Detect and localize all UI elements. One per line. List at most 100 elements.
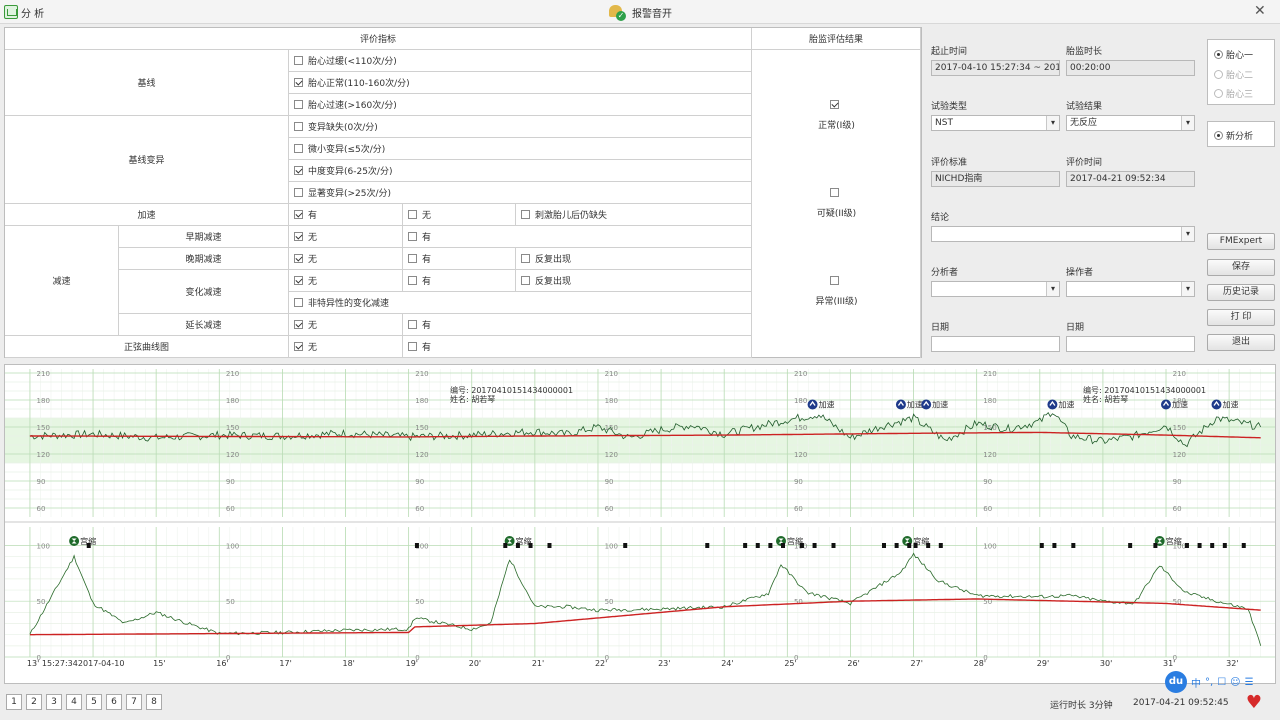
page-8[interactable]: 8 (146, 694, 162, 710)
radio[interactable] (1214, 70, 1223, 79)
variable-decel-no[interactable]: 无 (289, 270, 403, 292)
du-icon[interactable]: du (1165, 671, 1187, 693)
radio-fhr1[interactable]: 胎心一 (1214, 48, 1253, 61)
variable-decel-yes[interactable]: 有 (403, 270, 516, 292)
checkbox[interactable] (294, 122, 303, 131)
checkbox[interactable] (294, 298, 303, 307)
radio[interactable] (1214, 89, 1223, 98)
fhr-tick-label: 180 (794, 397, 807, 405)
late-decel-yes[interactable]: 有 (403, 248, 516, 270)
checkbox[interactable] (294, 78, 303, 87)
radio[interactable] (1214, 50, 1223, 59)
baseline-option-slow[interactable]: 胎心过缓(<110次/分) (289, 50, 752, 72)
ime-punct-icon[interactable]: °, (1205, 677, 1213, 688)
fhr-tick-label: 150 (226, 424, 239, 432)
checkbox[interactable] (408, 232, 417, 241)
early-decel-yes[interactable]: 有 (403, 226, 752, 248)
result-suspect-checkbox[interactable] (830, 188, 839, 197)
checkbox[interactable] (521, 210, 530, 219)
accel-yes[interactable]: 有 (289, 204, 403, 226)
checkbox[interactable] (408, 254, 417, 263)
checkbox[interactable] (294, 100, 303, 109)
result-normal-checkbox[interactable] (830, 100, 839, 109)
accel-stim-absent[interactable]: 刺激胎儿后仍缺失 (516, 204, 752, 226)
checkbox[interactable] (408, 342, 417, 351)
ime-user-icon[interactable]: ☺ (1230, 677, 1240, 688)
save-button[interactable]: 保存 (1207, 259, 1275, 276)
radio-fhr2[interactable]: 胎心二 (1214, 68, 1253, 81)
page-7[interactable]: 7 (126, 694, 142, 710)
baseline-option-fast[interactable]: 胎心过速(>160次/分) (289, 94, 752, 116)
fhr-tick-label: 210 (605, 370, 618, 378)
result-abnormal-checkbox[interactable] (830, 276, 839, 285)
alarm-sound-toggle[interactable]: ✓ 报警音开 (608, 3, 672, 21)
sine-yes[interactable]: 有 (403, 336, 752, 358)
baseline-option-normal[interactable]: 胎心正常(110-160次/分) (289, 72, 752, 94)
checkbox[interactable] (408, 210, 417, 219)
test-result-select[interactable]: 无反应 (1066, 115, 1195, 131)
sine-no[interactable]: 无 (289, 336, 403, 358)
conclusion-select[interactable] (931, 226, 1195, 242)
page-2[interactable]: 2 (26, 694, 42, 710)
radio[interactable] (1214, 131, 1223, 140)
variable-decel-nonspecific[interactable]: 非特异性的变化减速 (289, 292, 752, 314)
date2-input[interactable] (1066, 336, 1195, 352)
fhr-tick-label: 180 (415, 397, 428, 405)
ime-toolbar[interactable]: du 中 °, ☐ ☺ ☰ (1165, 670, 1280, 694)
page-3[interactable]: 3 (46, 694, 62, 710)
accel-no[interactable]: 无 (403, 204, 516, 226)
result-abnormal-label: 异常(III级) (815, 297, 858, 307)
checkbox[interactable] (294, 320, 303, 329)
fmexpert-button[interactable]: FMExpert (1207, 233, 1275, 250)
close-icon[interactable]: ✕ (1254, 4, 1266, 18)
checkbox[interactable] (294, 166, 303, 175)
page-5[interactable]: 5 (86, 694, 102, 710)
ime-chinese-icon[interactable]: 中 (1191, 675, 1201, 690)
checkbox[interactable] (294, 56, 303, 65)
checkbox[interactable] (294, 232, 303, 241)
checkbox[interactable] (294, 144, 303, 153)
page-6[interactable]: 6 (106, 694, 122, 710)
variability-option-marked[interactable]: 显著变异(>25次/分) (289, 182, 752, 204)
ime-skin-icon[interactable]: ☐ (1217, 677, 1226, 688)
heart-icon[interactable]: ♥ (1244, 694, 1264, 712)
variability-option-moderate[interactable]: 中度变异(6-25次/分) (289, 160, 752, 182)
variable-decel-repeat[interactable]: 反复出现 (516, 270, 752, 292)
print-button[interactable]: 打 印 (1207, 309, 1275, 326)
accel-label: 加速 (907, 400, 923, 410)
analyst-select[interactable] (931, 281, 1060, 297)
late-decel-repeat[interactable]: 反复出现 (516, 248, 752, 270)
checkbox[interactable] (294, 254, 303, 263)
fhr-tick-label: 120 (226, 451, 239, 459)
radio-fhr3[interactable]: 胎心三 (1214, 87, 1253, 100)
fetal-movement-mark (881, 543, 886, 548)
checkbox[interactable] (521, 254, 530, 263)
prolonged-decel-yes[interactable]: 有 (403, 314, 752, 336)
date1-input[interactable] (931, 336, 1060, 352)
checkbox[interactable] (294, 276, 303, 285)
history-button[interactable]: 历史记录 (1207, 284, 1275, 301)
checkbox[interactable] (294, 342, 303, 351)
radio-new-analysis[interactable]: 新分析 (1214, 129, 1253, 142)
test-type-select[interactable]: NST (931, 115, 1060, 131)
exit-button[interactable]: 退出 (1207, 334, 1275, 351)
prolonged-decel-no[interactable]: 无 (289, 314, 403, 336)
variability-option-absent[interactable]: 变异缺失(0次/分) (289, 116, 752, 138)
variability-option-minimal[interactable]: 微小变异(≤5次/分) (289, 138, 752, 160)
clock-text: 2017-04-21 09:52:45 (1133, 698, 1229, 708)
checkbox[interactable] (408, 276, 417, 285)
operator-select[interactable] (1066, 281, 1195, 297)
ime-menu-icon[interactable]: ☰ (1245, 677, 1254, 688)
checkbox[interactable] (521, 276, 530, 285)
page-1[interactable]: 1 (6, 694, 22, 710)
late-decel-no[interactable]: 无 (289, 248, 403, 270)
checkbox[interactable] (294, 188, 303, 197)
fetal-movement-mark (743, 543, 748, 548)
fetal-movement-mark (1153, 543, 1158, 548)
page-4[interactable]: 4 (66, 694, 82, 710)
checkbox[interactable] (294, 210, 303, 219)
checkbox[interactable] (408, 320, 417, 329)
early-decel-no[interactable]: 无 (289, 226, 403, 248)
fetal-movement-mark (1039, 543, 1044, 548)
bell-icon: ✓ (608, 3, 626, 21)
